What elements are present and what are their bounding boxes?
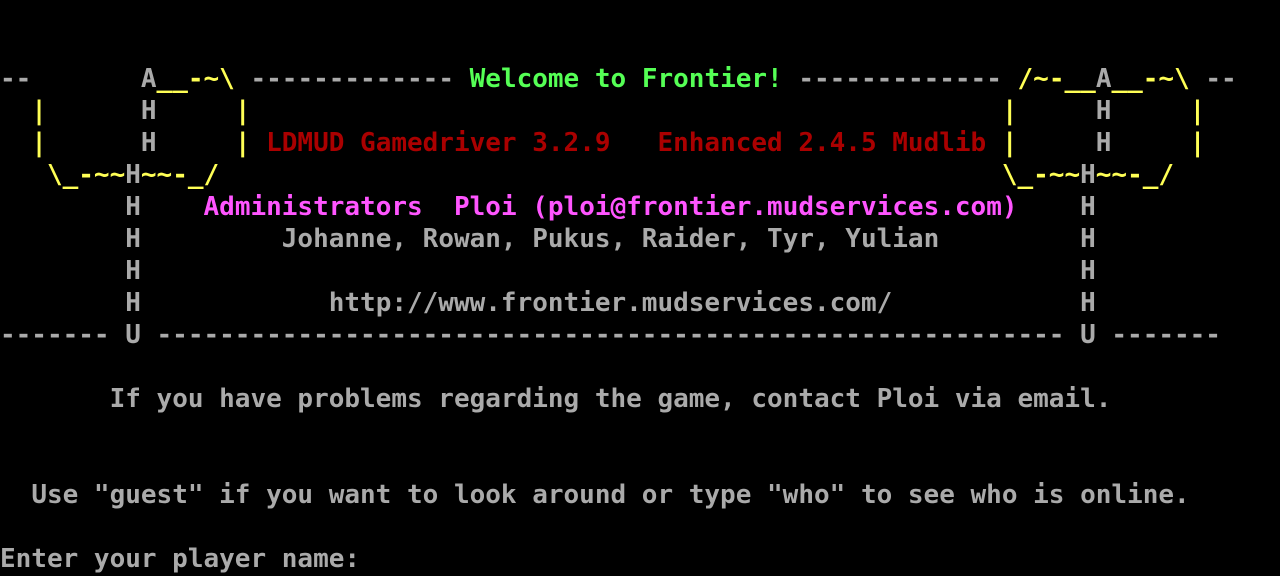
anchor-left-shaft: H [140, 96, 157, 126]
banner-art-row: | H | | H | [0, 95, 1205, 127]
staff-list: Johanne, Rowan, Pukus, Raider, Tyr, Yuli… [281, 224, 940, 254]
login-prompt[interactable]: Enter your player name: [0, 543, 376, 575]
terminal-window[interactable]: -- A__-~\ ------------- Welcome to Front… [0, 0, 1280, 576]
anchor-left-ring: | [0, 128, 141, 158]
anchor-right-ring: | [1001, 96, 1096, 126]
anchor-left-flukes: ~~-_/ [140, 160, 220, 190]
player-name-prompt: Enter your player name: [0, 544, 361, 574]
anchor-left-ring: | [156, 128, 267, 158]
anchor-left-shaft: H [125, 288, 141, 318]
border-right-dashes: -- [1189, 64, 1237, 94]
anchor-right-ring: | [986, 128, 1096, 158]
anchor-left-top: A [140, 64, 157, 94]
anchor-left-ring: | [156, 96, 251, 126]
administrators-label: Administrators [203, 192, 423, 222]
banner-staff-row: H Johanne, Rowan, Pukus, Raider, Tyr, Yu… [0, 223, 1096, 255]
anchor-left-shaft: H [125, 192, 141, 222]
border-dashes: ------------- [782, 64, 1018, 94]
banner-admin-row: H Administrators Ploi (ploi@frontier.mud… [0, 191, 1096, 223]
anchor-left-ring: | [0, 96, 141, 126]
banner-art-row: \_-~~H~~-_/ \_-~~H~~-_/ [0, 159, 1174, 191]
anchor-right-shaft: H [1095, 96, 1112, 126]
anchor-right-shaft: H [1080, 192, 1096, 222]
anchor-right-top: A [1095, 64, 1112, 94]
anchor-left-flukes: \_-~~ [0, 160, 126, 190]
guest-notice: Use "guest" if you want to look around o… [0, 479, 1190, 511]
anchor-right-ring: | [1111, 96, 1206, 126]
mudlib-version: Enhanced 2.4.5 Mudlib [657, 128, 987, 158]
anchor-right-shaft: H [1095, 128, 1112, 158]
anchor-right-arm: __-~\ [1111, 64, 1190, 94]
guest-notice-text: Use "guest" if you want to look around o… [31, 480, 1190, 510]
anchor-left-shaft: H [140, 128, 157, 158]
border-dashes: ------------- [234, 64, 470, 94]
anchor-right-ring: | [1111, 128, 1206, 158]
anchor-right-shaft: H [1080, 256, 1096, 286]
problems-notice: If you have problems regarding the game,… [0, 383, 1112, 415]
anchor-right-shaft: H [1080, 224, 1096, 254]
anchor-right-flukes: ~~-_/ [1095, 160, 1175, 190]
border-left-dashes: -- [0, 64, 141, 94]
gamedriver-version: LDMUD Gamedriver 3.2.9 [266, 128, 611, 158]
problems-notice-text: If you have problems regarding the game,… [109, 384, 1112, 414]
anchor-left-shaft: H [125, 256, 141, 286]
banner-driver-row: | H | LDMUD Gamedriver 3.2.9 Enhanced 2.… [0, 127, 1205, 159]
website-url[interactable]: http://www.frontier.mudservices.com/ [329, 288, 893, 318]
anchor-left-shaft: H [125, 160, 141, 190]
welcome-title: Welcome to Frontier! [469, 64, 783, 94]
banner-top-border: -- A__-~\ ------------- Welcome to Front… [0, 63, 1237, 95]
anchor-right-shaft: H [1080, 288, 1096, 318]
banner-url-row: H http://www.frontier.mudservices.com/ H [0, 287, 1096, 319]
anchor-right-arm: /~-__ [1017, 64, 1096, 94]
anchor-right-shaft: H [1080, 160, 1096, 190]
anchor-right-flukes: \_-~~ [1001, 160, 1081, 190]
anchor-left-arm: __-~\ [156, 64, 235, 94]
banner-bottom-border: ------- U ------------------------------… [0, 320, 1221, 350]
admin-contact: Ploi (ploi@frontier.mudservices.com) [453, 192, 1018, 222]
banner-art-row: H H [0, 255, 1096, 287]
anchor-left-shaft: H [125, 224, 141, 254]
